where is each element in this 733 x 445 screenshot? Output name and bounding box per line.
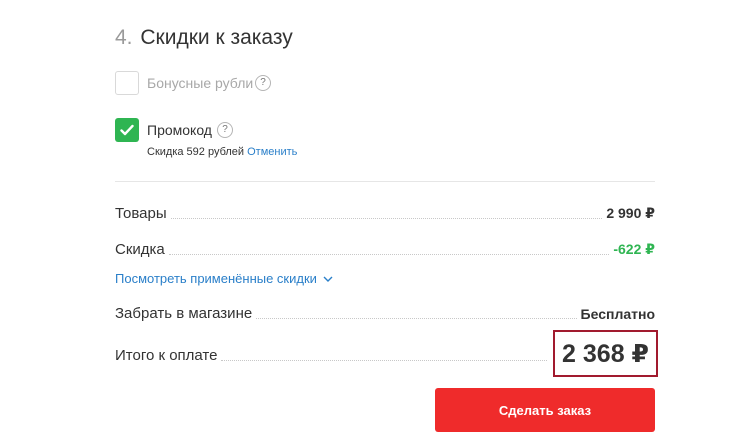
divider (115, 181, 655, 182)
section-title: 4. Скидки к заказу (115, 26, 293, 50)
total-highlight-box: 2 368 ₽ (553, 330, 658, 377)
bonus-help-icon[interactable]: ? (255, 75, 271, 91)
total-value: 2 368 ₽ (562, 339, 649, 368)
show-discounts-label: Посмотреть применённые скидки (115, 271, 317, 286)
pickup-label: Забрать в магазине (115, 305, 253, 322)
chevron-down-icon (323, 276, 333, 282)
promo-label: Промокод (147, 122, 212, 138)
show-discounts-link[interactable]: Посмотреть применённые скидки (115, 271, 333, 286)
checkmark-icon (120, 124, 134, 136)
section-title-text: Скидки к заказу (140, 26, 293, 49)
goods-value: 2 990 ₽ (606, 205, 655, 221)
dotted-leader (221, 360, 547, 361)
pickup-value: Бесплатно (580, 306, 655, 322)
bonus-checkbox[interactable] (115, 71, 139, 95)
summary-row-total: Итого к оплате (115, 342, 551, 366)
bonus-label: Бонусные рубли (147, 75, 254, 91)
promo-checkbox[interactable] (115, 118, 139, 142)
summary-row-goods: Товары 2 990 ₽ (115, 200, 655, 224)
goods-label: Товары (115, 205, 167, 222)
promo-discount-text: Скидка 592 рублей (147, 146, 245, 158)
promo-cancel-link[interactable]: Отменить (247, 146, 297, 158)
discount-label: Скидка (115, 241, 165, 258)
place-order-button[interactable]: Сделать заказ (435, 388, 655, 432)
summary-row-discount: Скидка -622 ₽ (115, 236, 655, 260)
total-label: Итого к оплате (115, 347, 218, 364)
promo-help-icon[interactable]: ? (217, 122, 233, 138)
dotted-leader (256, 318, 577, 319)
promo-discount-info: Скидка 592 рублей Отменить (147, 146, 297, 158)
summary-row-pickup: Забрать в магазине Бесплатно (115, 300, 655, 324)
section-number: 4. (115, 26, 133, 49)
dotted-leader (168, 254, 610, 255)
discount-value: -622 ₽ (613, 241, 655, 257)
dotted-leader (170, 218, 603, 219)
